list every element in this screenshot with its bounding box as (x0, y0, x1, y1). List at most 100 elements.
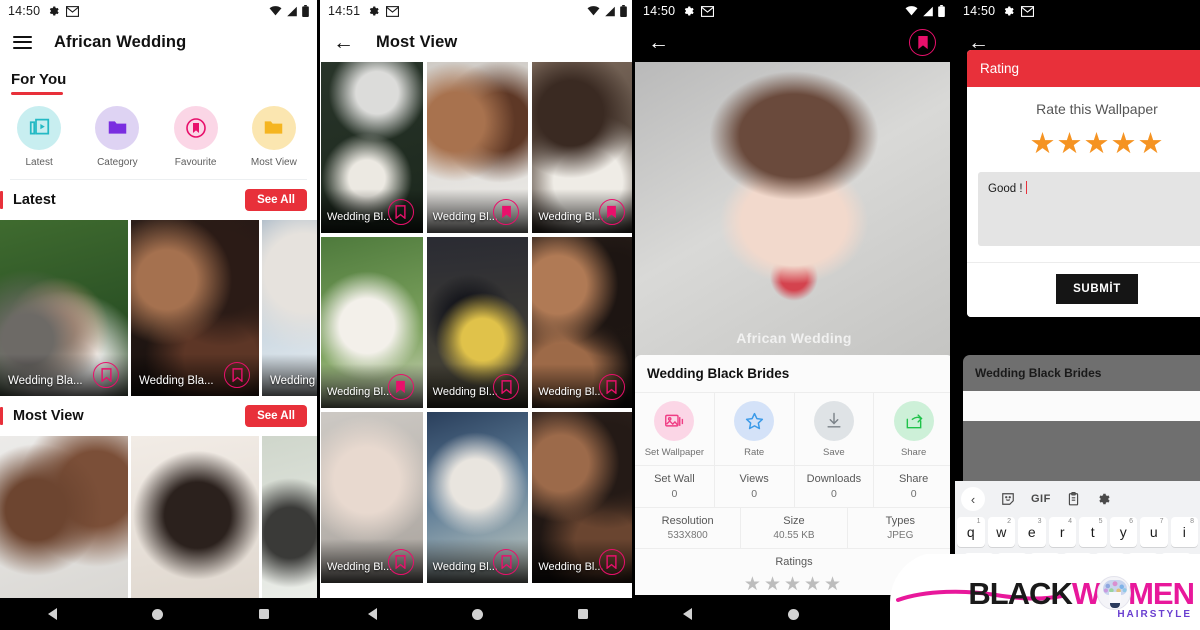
key-shift[interactable]: ⇧ (957, 589, 989, 619)
key-w[interactable]: w2 (987, 517, 1015, 547)
section-header-latest: Latest See All (0, 180, 317, 220)
back-arrow-icon[interactable]: ← (333, 32, 354, 53)
wifi-icon (587, 6, 600, 16)
quick-action-category[interactable]: Category (80, 105, 154, 168)
key-n[interactable]: n (1166, 589, 1199, 619)
wallpaper-grid: Wedding Bl... Wedding Bl... Wedding Bl..… (320, 62, 635, 583)
key-h[interactable]: h (1128, 553, 1159, 583)
key-s[interactable]: s (996, 553, 1027, 583)
quick-action-latest[interactable]: Latest (2, 105, 76, 168)
recents-square-icon[interactable] (895, 609, 905, 619)
wallpaper-card[interactable]: Wedding Bl... (532, 62, 634, 233)
key-y[interactable]: y6 (1109, 517, 1137, 547)
stat-share: Share 0 (874, 466, 953, 507)
status-bar: 14:50 (955, 0, 1200, 22)
back-triangle-icon[interactable] (683, 608, 692, 620)
submit-button[interactable]: SUBMİT (1056, 274, 1138, 304)
action-label: Share (900, 447, 927, 458)
bookmark-icon[interactable] (598, 374, 625, 400)
key-superscript: 4 (1068, 518, 1072, 525)
home-circle-icon[interactable] (152, 608, 164, 620)
bookmark-icon[interactable] (224, 361, 250, 388)
key-x[interactable]: x (1026, 589, 1059, 619)
rate-button[interactable]: Rate (715, 393, 795, 465)
bookmark-circle-icon (173, 105, 218, 150)
recents-square-icon[interactable] (259, 609, 270, 619)
gear-icon (682, 5, 694, 17)
wallpaper-card[interactable]: Wedding Bla... (0, 219, 128, 396)
bookmark-icon[interactable] (598, 549, 625, 575)
rating-stars-input[interactable]: ★★★★★ (967, 126, 1200, 161)
key-space[interactable] (1041, 625, 1199, 630)
sticker-icon[interactable] (1001, 492, 1015, 506)
most-view-card-row[interactable] (0, 435, 317, 612)
key-b[interactable]: b (1131, 589, 1164, 619)
key-v[interactable]: v (1096, 589, 1129, 619)
quick-action-favourite[interactable]: Favourite (159, 105, 233, 168)
panel-gap (632, 0, 635, 630)
ratings-stars[interactable]: ★★★★★ (635, 573, 953, 595)
gif-icon[interactable]: GIF (1031, 493, 1051, 505)
see-all-button[interactable]: See All (245, 404, 307, 427)
meta-size: Size 40.55 KB (741, 508, 848, 548)
stat-value: 0 (751, 488, 758, 500)
app-bar: African Wedding (0, 22, 317, 62)
key-e[interactable]: e3 (1018, 517, 1046, 547)
keyboard-row-3: ⇧ z x c v b n (955, 586, 1200, 622)
key-r[interactable]: r4 (1048, 517, 1076, 547)
key-c[interactable]: c (1061, 589, 1094, 619)
wallpaper-card[interactable]: Wedding (262, 219, 317, 396)
see-all-button[interactable]: See All (245, 188, 307, 211)
meta-key: Types (885, 515, 915, 527)
home-circle-icon[interactable] (788, 608, 799, 620)
key-u[interactable]: u7 (1140, 517, 1168, 547)
bookmark-icon-filled[interactable] (387, 374, 414, 400)
key-t[interactable]: t5 (1079, 517, 1107, 547)
bookmark-icon[interactable] (93, 361, 119, 388)
bookmark-icon-filled[interactable] (598, 199, 625, 225)
wifi-icon (905, 6, 918, 16)
key-q[interactable]: q1 (957, 517, 985, 547)
key-emoji[interactable] (999, 625, 1039, 630)
set-wallpaper-button[interactable]: Set Wallpaper (635, 393, 715, 465)
review-input[interactable]: Good ! (978, 172, 1200, 246)
share-button[interactable]: Share (874, 393, 953, 465)
wallpaper-card[interactable]: Wedding Bl... (532, 237, 634, 408)
hamburger-icon[interactable] (13, 35, 32, 49)
key-d[interactable]: d (1029, 553, 1060, 583)
key-f[interactable]: f (1062, 553, 1093, 583)
wallpaper-card[interactable]: Wedding Bl... (321, 412, 423, 583)
chevron-left-icon[interactable]: ‹ (961, 487, 985, 511)
save-button[interactable]: Save (795, 393, 875, 465)
back-arrow-icon[interactable]: ← (648, 32, 669, 53)
home-circle-icon[interactable] (471, 608, 483, 620)
quick-action-most-view[interactable]: Most View (237, 105, 311, 168)
bookmark-circle-icon[interactable] (909, 29, 936, 56)
key-j[interactable]: j (1161, 553, 1192, 583)
wallpaper-card[interactable]: Wedding Bl... (426, 237, 529, 408)
key-i[interactable]: i8 (1170, 517, 1198, 547)
bookmark-icon[interactable] (387, 199, 414, 225)
back-triangle-icon[interactable] (367, 608, 377, 620)
wallpaper-card[interactable]: Wedding Bl... (321, 237, 423, 408)
wallpaper-card[interactable]: Wedding Bl... (426, 412, 529, 583)
wallpaper-card[interactable] (131, 435, 259, 612)
keyboard-row-2: asdfghj (955, 550, 1200, 586)
wallpaper-card[interactable]: Wedding Bl... (321, 62, 423, 233)
key-z[interactable]: z (991, 589, 1024, 619)
wallpaper-card[interactable] (0, 435, 128, 612)
recents-square-icon[interactable] (577, 609, 588, 619)
key-g[interactable]: g (1095, 553, 1126, 583)
wallpaper-card[interactable] (262, 435, 317, 612)
key-symbols[interactable] (957, 625, 997, 630)
wallpaper-card[interactable]: Wedding Bl... (532, 412, 634, 583)
wallpaper-card[interactable]: Wedding Bl... (426, 62, 529, 233)
wallpaper-card[interactable]: Wedding Bla... (131, 219, 259, 396)
key-a[interactable]: a (964, 553, 994, 583)
back-triangle-icon[interactable] (47, 608, 57, 620)
hero-image[interactable]: African Wedding ⌄ (635, 62, 953, 369)
bookmark-icon[interactable] (387, 549, 414, 575)
latest-card-row[interactable]: Wedding Bla... Wedding Bla... Wedding (0, 219, 317, 396)
clipboard-icon[interactable] (1067, 492, 1080, 506)
gear-icon[interactable] (1096, 492, 1110, 506)
